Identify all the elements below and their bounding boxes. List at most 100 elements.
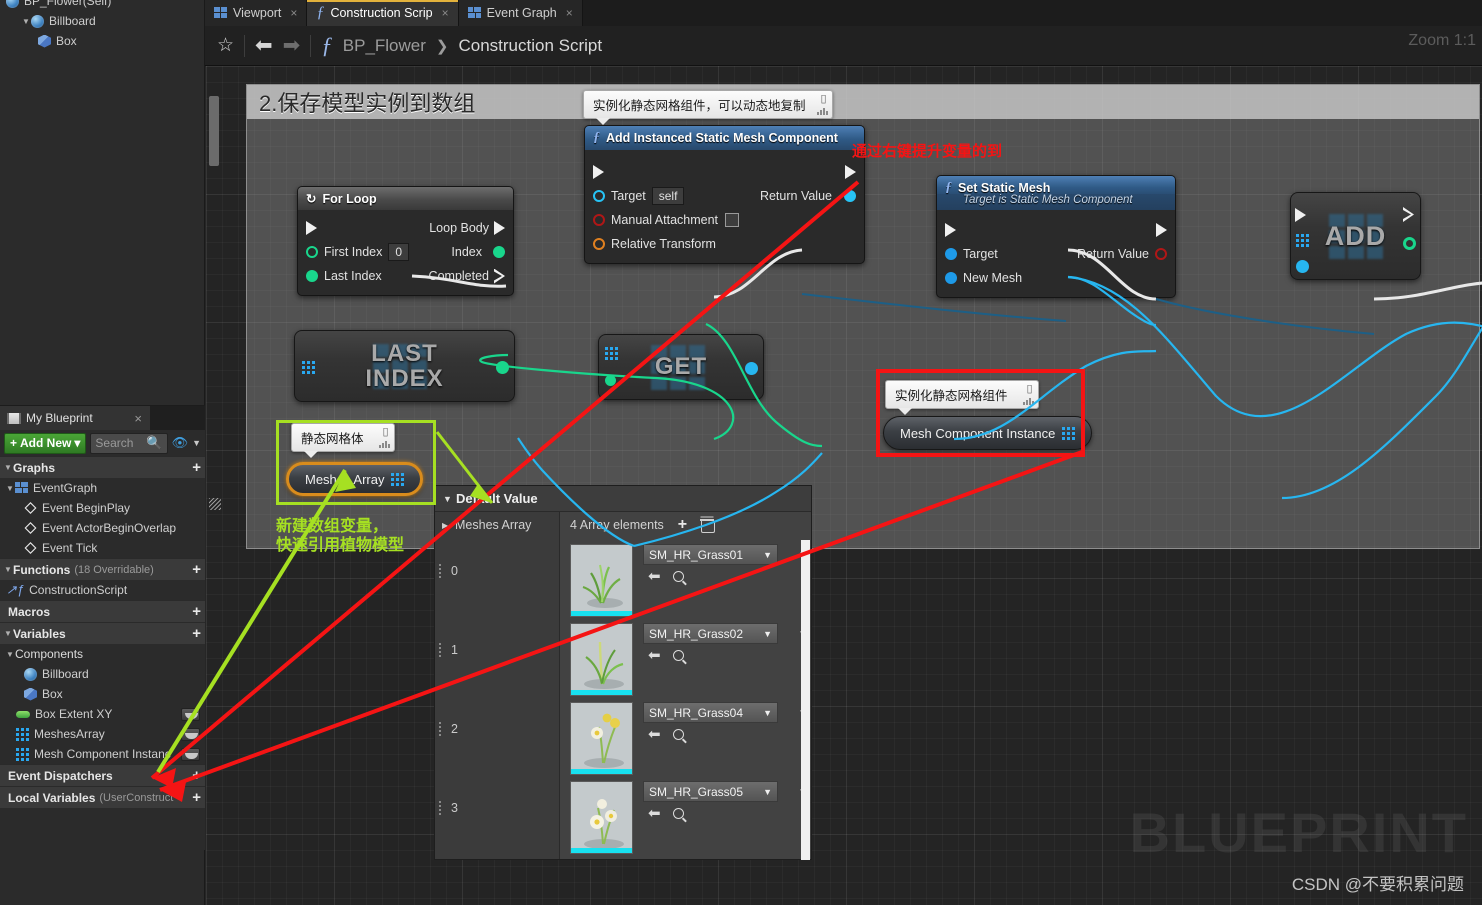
- exec-out-pin-loop-body[interactable]: [494, 221, 505, 235]
- expand-triangle-icon[interactable]: ▼: [4, 565, 13, 574]
- tab-construction-script[interactable]: ƒ Construction Scrip ×: [307, 0, 459, 26]
- manual-attachment-pin[interactable]: [593, 214, 605, 226]
- add-local-variable-button[interactable]: +: [192, 790, 201, 805]
- expand-triangle-icon[interactable]: ▼: [22, 17, 31, 26]
- add-new-button[interactable]: + Add New ▾: [4, 432, 87, 454]
- breadcrumb-parent[interactable]: BP_Flower: [343, 36, 426, 56]
- chevron-down-icon[interactable]: ▼: [763, 550, 772, 560]
- drag-handle[interactable]: [438, 800, 442, 816]
- variable-item-meshesarray[interactable]: MeshesArray: [0, 724, 205, 744]
- back-arrow-icon[interactable]: ⬅: [255, 35, 273, 56]
- property-label-row[interactable]: ▶ Meshes Array: [435, 512, 559, 538]
- subsection-components[interactable]: ▼ Components: [0, 644, 205, 664]
- browse-asset-icon[interactable]: [672, 729, 684, 740]
- drag-handle[interactable]: [438, 563, 442, 579]
- index-input-pin[interactable]: [605, 375, 616, 386]
- item-output-pin[interactable]: [745, 362, 758, 375]
- component-item-box[interactable]: Box: [0, 31, 204, 51]
- tab-event-graph[interactable]: Event Graph ×: [458, 0, 583, 26]
- return-value-pin[interactable]: [1155, 248, 1167, 260]
- tree-item-event-actorbeginoverlap[interactable]: Event ActorBeginOverlap: [0, 518, 205, 538]
- visibility-toggle[interactable]: [181, 707, 200, 721]
- node-get[interactable]: GET: [598, 334, 764, 400]
- pin-row-target[interactable]: Target self Return Value: [585, 184, 864, 208]
- exec-out-pin[interactable]: [1403, 207, 1414, 222]
- target-value[interactable]: self: [651, 187, 685, 205]
- expand-triangle-icon[interactable]: ▼: [4, 629, 13, 638]
- array-input-pin[interactable]: [1296, 234, 1309, 247]
- visibility-toggle[interactable]: [181, 727, 200, 741]
- add-graph-button[interactable]: +: [192, 460, 201, 475]
- tree-item-eventgraph[interactable]: ▼ EventGraph: [0, 478, 205, 498]
- visibility-toggle[interactable]: [181, 747, 200, 761]
- add-macro-button[interactable]: +: [192, 604, 201, 619]
- section-header-event-dispatchers[interactable]: Event Dispatchers +: [0, 764, 205, 786]
- node-for-loop[interactable]: ↻ For Loop Loop Body First Index 0 Index: [297, 186, 514, 296]
- forward-arrow-icon[interactable]: ➡: [283, 35, 301, 56]
- chevron-down-icon[interactable]: ▼: [763, 629, 772, 639]
- array-element-row-2[interactable]: SM_HR_Grass04 ▼ ⬅ ▼: [570, 702, 808, 775]
- add-variable-button[interactable]: +: [192, 626, 201, 641]
- eye-icon[interactable]: 👁: [172, 435, 189, 451]
- section-header-macros[interactable]: Macros +: [0, 600, 205, 622]
- relative-transform-pin[interactable]: [593, 238, 605, 250]
- tree-item-constructionscript[interactable]: ↗ƒ ConstructionScript: [0, 580, 205, 600]
- new-mesh-pin[interactable]: [945, 272, 957, 284]
- index-output-pin[interactable]: [496, 361, 509, 374]
- pin-row-last-index[interactable]: Last Index Completed: [298, 264, 513, 288]
- close-icon[interactable]: ×: [290, 6, 297, 20]
- asset-thumbnail[interactable]: [570, 623, 633, 696]
- variable-item-box[interactable]: Box: [0, 684, 205, 704]
- asset-thumbnail[interactable]: [570, 702, 633, 775]
- exec-in-pin[interactable]: [593, 165, 604, 179]
- use-selected-asset-icon[interactable]: ⬅: [648, 806, 661, 821]
- node-set-static-mesh[interactable]: ƒ Set Static Mesh Target is Static Mesh …: [936, 175, 1176, 298]
- pin-row-exec[interactable]: [937, 218, 1175, 242]
- return-value-pin[interactable]: [844, 190, 856, 202]
- new-item-pin[interactable]: [1296, 260, 1309, 273]
- array-input-pin[interactable]: [302, 361, 315, 374]
- chevron-down-icon[interactable]: ▼: [763, 708, 772, 718]
- pin-row-first-index[interactable]: First Index 0 Index: [298, 240, 513, 264]
- asset-thumbnail[interactable]: [570, 544, 633, 617]
- first-index-pin[interactable]: [306, 246, 318, 258]
- index-out-pin[interactable]: [493, 246, 505, 258]
- use-selected-asset-icon[interactable]: ⬅: [648, 569, 661, 584]
- array-element-row-1[interactable]: SM_HR_Grass02 ▼ ⬅ ▼: [570, 623, 808, 696]
- asset-combo-box[interactable]: SM_HR_Grass05 ▼: [643, 781, 778, 802]
- expand-triangle-icon[interactable]: ▼: [4, 463, 13, 472]
- default-value-panel[interactable]: ▼ Default Value ▶ Meshes Array 0 1 2 3 4…: [434, 485, 812, 860]
- node-last-index[interactable]: LAST INDEX: [294, 330, 515, 402]
- tree-item-event-tick[interactable]: Event Tick: [0, 538, 205, 558]
- target-pin[interactable]: [593, 190, 605, 202]
- use-selected-asset-icon[interactable]: ⬅: [648, 648, 661, 663]
- add-function-button[interactable]: +: [192, 562, 201, 577]
- expand-triangle-icon[interactable]: ▼: [443, 494, 452, 504]
- asset-combo-box[interactable]: SM_HR_Grass04 ▼: [643, 702, 778, 723]
- component-root-row[interactable]: BP_Flower(Self): [0, 0, 204, 11]
- variable-item-box-extent-xy[interactable]: Box Extent XY: [0, 704, 205, 724]
- use-selected-asset-icon[interactable]: ⬅: [648, 727, 661, 742]
- variable-item-billboard[interactable]: Billboard: [0, 664, 205, 684]
- asset-thumbnail[interactable]: [570, 781, 633, 854]
- target-pin[interactable]: [945, 248, 957, 260]
- pin-row-manual-attachment[interactable]: Manual Attachment: [585, 208, 864, 232]
- tab-my-blueprint[interactable]: My Blueprint ×: [0, 406, 150, 430]
- favorite-star-icon[interactable]: ☆: [217, 34, 234, 57]
- section-header-graphs[interactable]: ▼ Graphs +: [0, 456, 205, 478]
- tab-viewport[interactable]: Viewport ×: [205, 0, 308, 26]
- resize-grip[interactable]: [209, 498, 221, 510]
- tree-item-event-beginplay[interactable]: Event BeginPlay: [0, 498, 205, 518]
- return-pin[interactable]: [1403, 237, 1416, 250]
- expand-triangle-icon[interactable]: ▶: [442, 521, 451, 530]
- exec-out-pin[interactable]: [1156, 223, 1167, 237]
- section-header-functions[interactable]: ▼ Functions (18 Overridable) +: [0, 558, 205, 580]
- node-add-array[interactable]: ADD: [1290, 192, 1421, 280]
- exec-in-pin[interactable]: [945, 223, 956, 237]
- asset-combo-box[interactable]: SM_HR_Grass01 ▼: [643, 544, 778, 565]
- pin-row-exec-in[interactable]: Loop Body: [298, 216, 513, 240]
- last-index-pin[interactable]: [306, 270, 318, 282]
- drag-handle[interactable]: [438, 721, 442, 737]
- asset-combo-box[interactable]: SM_HR_Grass02 ▼: [643, 623, 778, 644]
- array-input-pin[interactable]: [605, 347, 618, 360]
